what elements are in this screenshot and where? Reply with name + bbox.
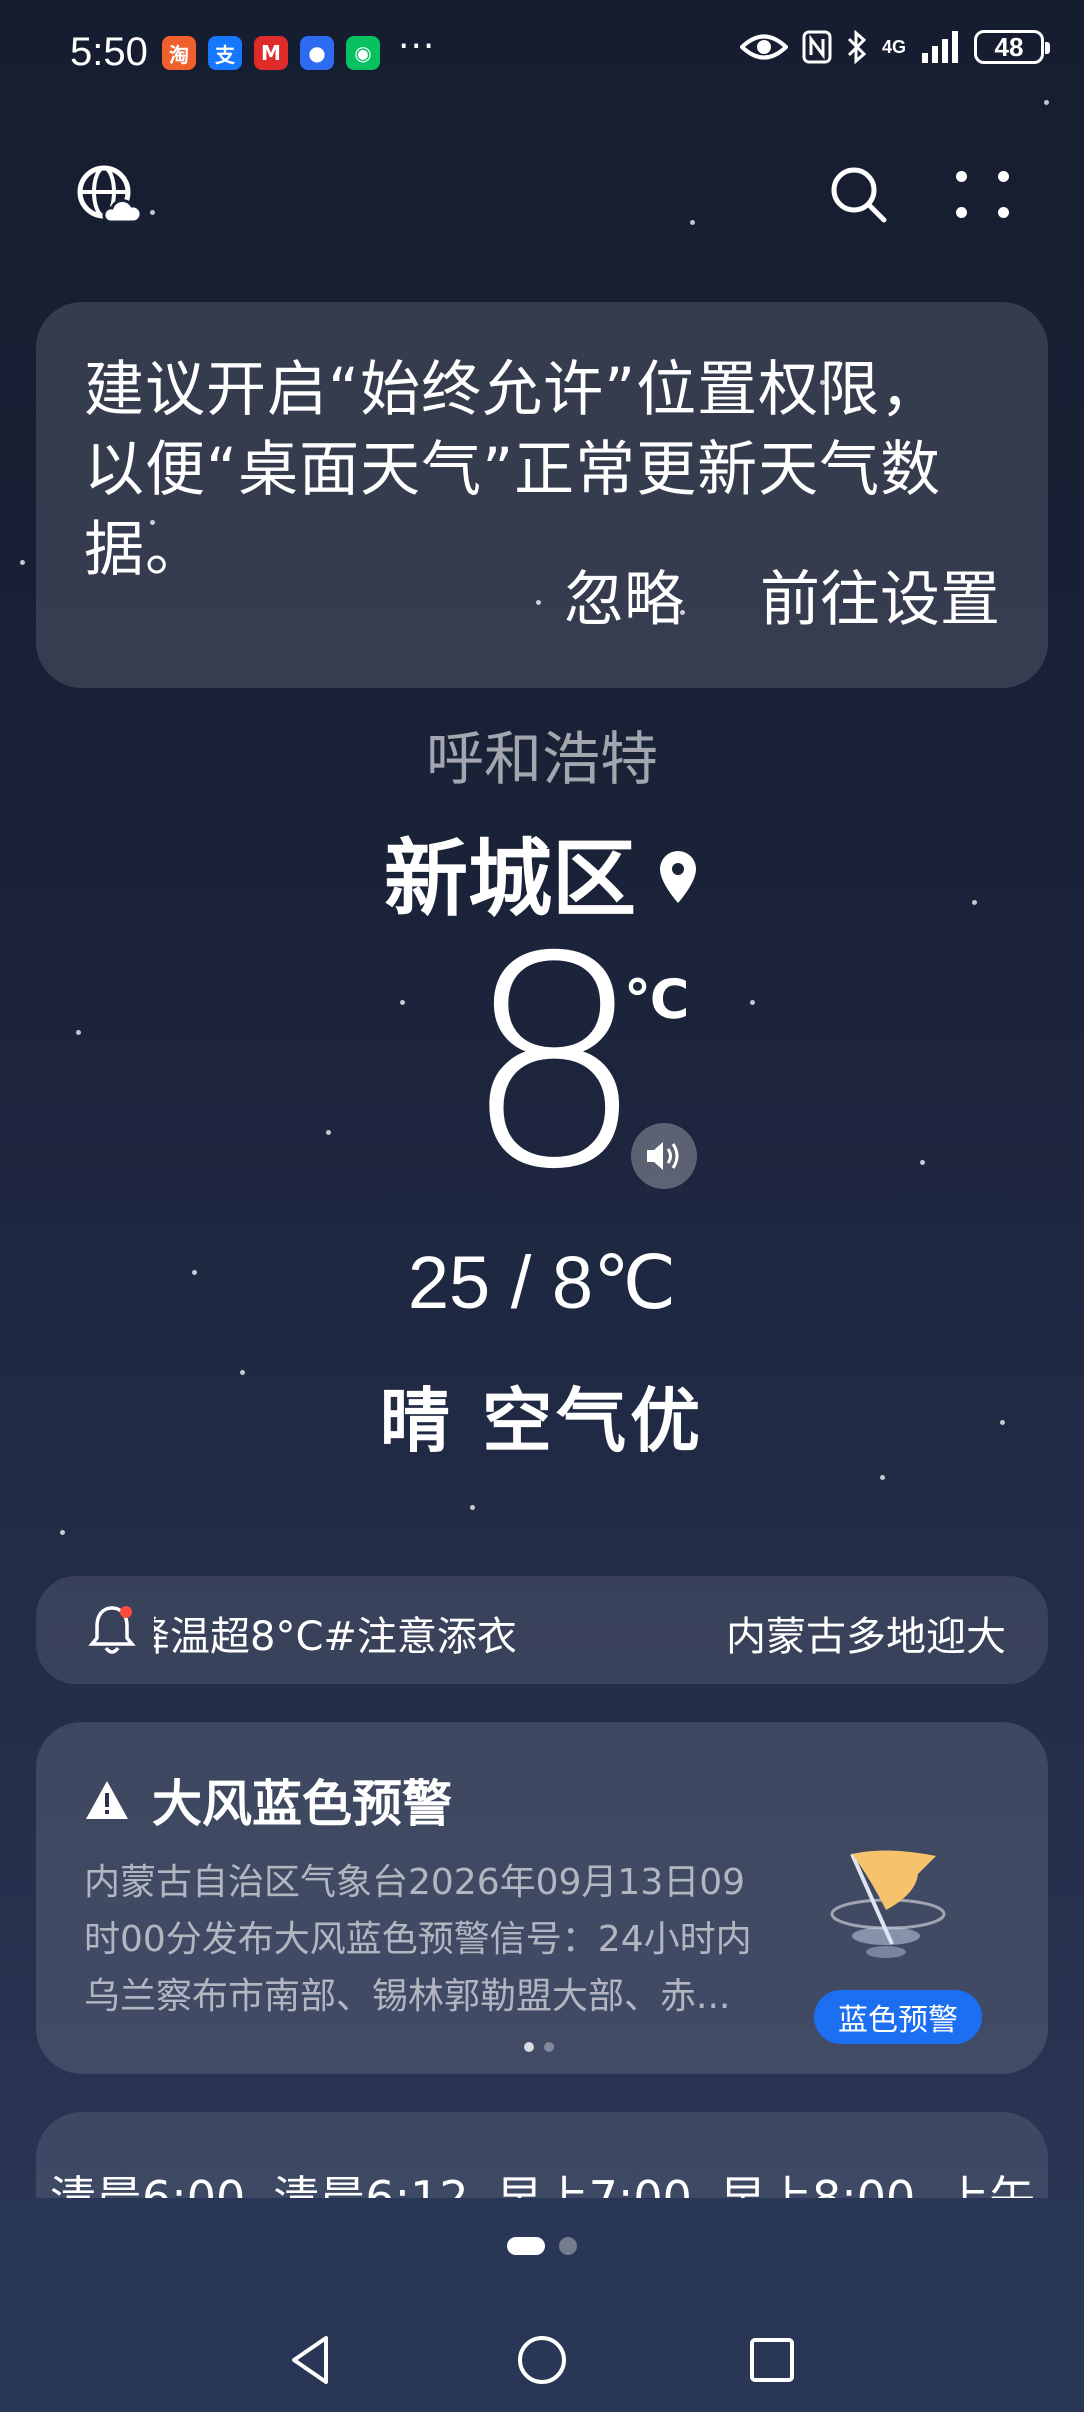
battery-indicator: 48 <box>974 30 1050 64</box>
status-time: 5:50 <box>70 30 148 74</box>
weather-alert-card[interactable]: 大风蓝色预警 内蒙古自治区气象台2026年09月13日09 时00分发布大风蓝色… <box>36 1722 1048 2074</box>
warning-icon <box>86 1781 128 1819</box>
dot-icon <box>956 171 967 182</box>
more-notifications-icon: ··· <box>398 26 436 67</box>
current-temperature: 8 <box>462 896 646 1233</box>
alipay-app-icon: 支 <box>208 36 242 70</box>
battery-level: 48 <box>994 31 1024 62</box>
bell-icon <box>88 1606 136 1654</box>
system-navigation-bar <box>0 2310 1084 2412</box>
more-options-button[interactable] <box>950 162 1016 228</box>
page-dot <box>559 2237 577 2255</box>
ticker-headline[interactable]: 内蒙古多地迎大 <box>726 1604 1006 1662</box>
temperature-unit: ℃ <box>624 968 690 1031</box>
home-icon[interactable] <box>512 2330 572 2390</box>
taobao-app-icon: 淘 <box>162 36 196 70</box>
alert-pager <box>524 2042 554 2052</box>
nfc-icon <box>802 30 832 64</box>
metro-app-icon: M <box>254 36 288 70</box>
ticker-window: 降温超8°C#注意添衣 内蒙古多地迎大 <box>154 1576 1006 1684</box>
go-to-settings-button[interactable]: 前往设置 <box>760 551 1000 638</box>
city-page-indicator <box>0 2237 1084 2255</box>
system-status-icons: 4G 48 <box>739 30 1050 64</box>
voice-broadcast-button[interactable] <box>631 1123 697 1189</box>
globe-cloud-icon <box>77 165 143 224</box>
status-bar: 5:50 淘 支 M ● ◉ ··· 4G 48 <box>0 0 1084 110</box>
location-pin-icon <box>660 850 696 903</box>
page-dot-active <box>507 2237 545 2255</box>
alert-line: 乌兰察布市南部、锡林郭勒盟大部、赤... <box>84 1976 731 2017</box>
weather-top-bar <box>0 150 1084 240</box>
alert-title: 大风蓝色预警 <box>152 1775 452 1833</box>
ticker-headline[interactable]: 降温超8°C#注意添衣 <box>154 1604 517 1662</box>
eye-comfort-icon <box>739 34 788 60</box>
city-name: 呼和浩特 <box>425 725 658 793</box>
app-store-icon: ● <box>300 36 334 70</box>
city-manage-button[interactable] <box>74 162 143 228</box>
wind-flag-icon <box>830 1850 946 1958</box>
alert-level-badge: 蓝色预警 <box>814 1990 982 2044</box>
alert-description: 内蒙古自治区气象台2026年09月13日09 时00分发布大风蓝色预警信号：24… <box>84 1854 784 2025</box>
alert-header: 大风蓝色预警 <box>84 1764 452 1836</box>
notification-app-icons: 淘 支 M ● ◉ <box>162 36 380 70</box>
permission-actions: 忽略 前往设置 <box>564 551 1000 638</box>
temperature-range: 25 / 8℃ <box>407 1241 677 1324</box>
weather-condition: 晴 空气优 <box>379 1380 705 1462</box>
back-icon[interactable] <box>282 2330 342 2390</box>
dot-icon <box>998 171 1009 182</box>
pager-dot <box>544 2042 554 2052</box>
network-type-label: 4G <box>881 37 906 57</box>
news-ticker[interactable]: 降温超8°C#注意添衣 内蒙古多地迎大 <box>36 1576 1048 1684</box>
alert-line: 内蒙古自治区气象台2026年09月13日09 <box>84 1862 746 1903</box>
dot-icon <box>998 207 1009 218</box>
recent-apps-icon[interactable] <box>742 2330 802 2390</box>
speaker-icon <box>647 1142 679 1170</box>
bluetooth-icon <box>847 30 867 64</box>
location-permission-card: 建议开启“始终允许”位置权限，以便“桌面天气”正常更新天气数据。 忽略 前往设置 <box>36 302 1048 688</box>
ignore-button[interactable]: 忽略 <box>564 551 684 638</box>
alert-line: 时00分发布大风蓝色预警信号：24小时内 <box>84 1919 752 1960</box>
signal-strength-icon <box>922 31 958 63</box>
pager-dot <box>524 2042 534 2052</box>
search-button[interactable] <box>826 162 892 228</box>
dot-icon <box>956 207 967 218</box>
search-icon <box>831 167 887 223</box>
wechat-app-icon: ◉ <box>346 36 380 70</box>
